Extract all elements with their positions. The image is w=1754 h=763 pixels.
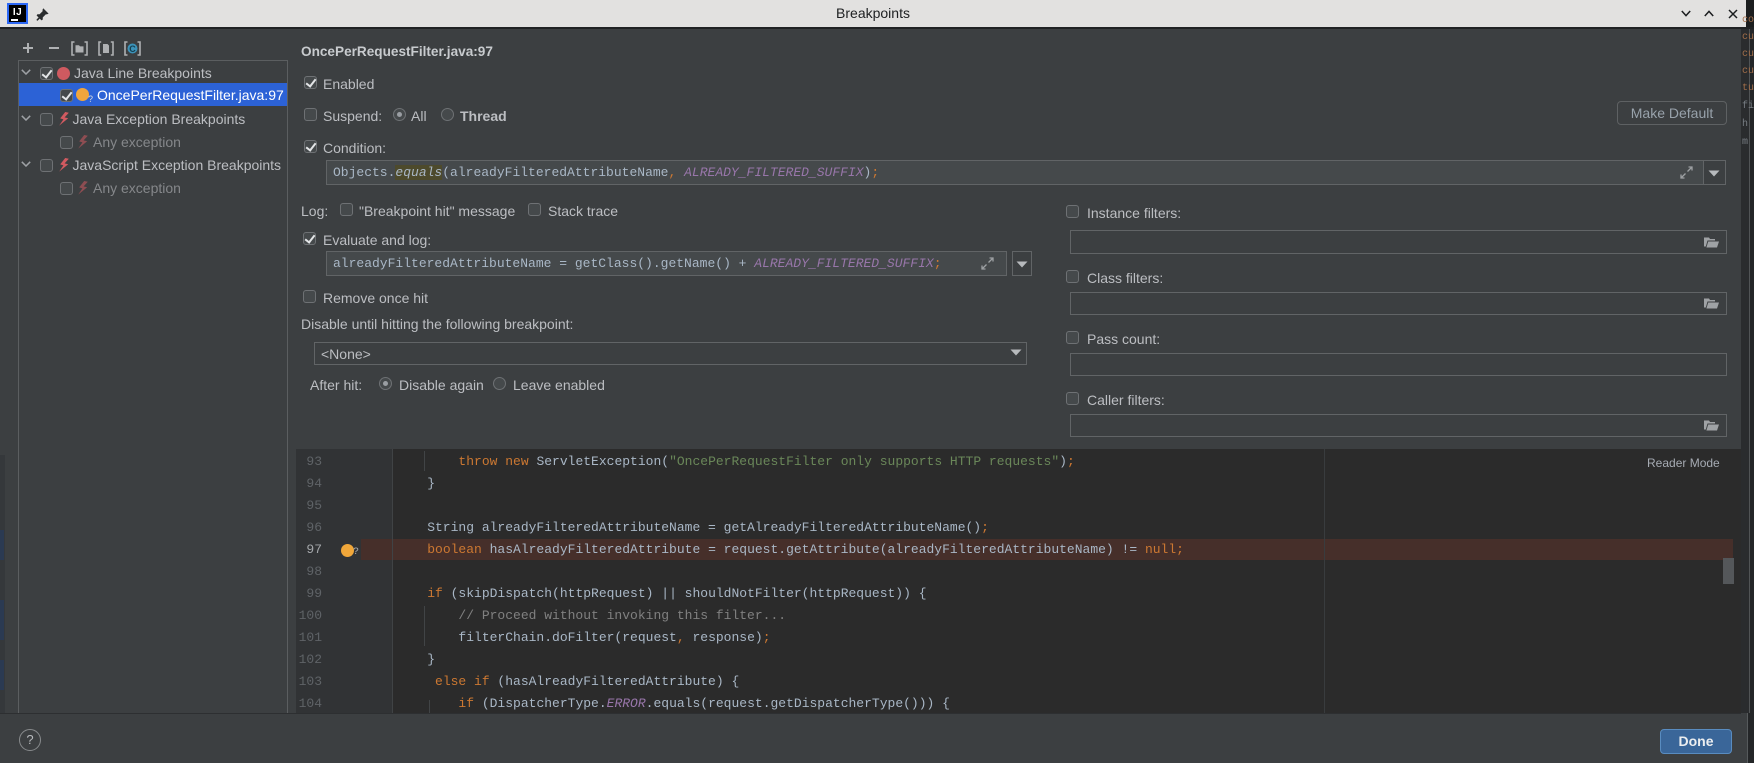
svg-text:C: C: [129, 44, 136, 54]
